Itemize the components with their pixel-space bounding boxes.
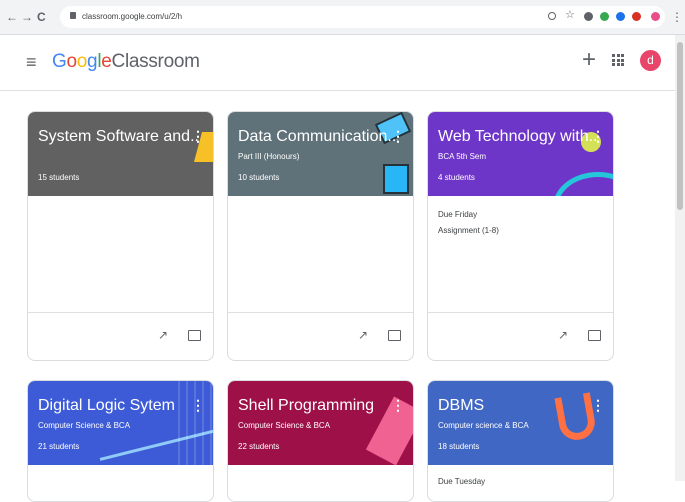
student-count: 21 students bbox=[38, 442, 80, 451]
class-title[interactable]: System Software and... bbox=[38, 127, 198, 147]
scrollbar-thumb[interactable] bbox=[677, 42, 683, 210]
class-banner[interactable]: System Software and... 15 students ⋮ bbox=[28, 112, 213, 196]
class-card[interactable]: DBMS Computer science & BCA 18 students … bbox=[427, 380, 614, 502]
card-footer: ↗ bbox=[28, 312, 213, 360]
forward-icon[interactable]: → bbox=[21, 10, 33, 24]
avatar[interactable]: d bbox=[640, 50, 661, 71]
browser-menu-icon[interactable]: ⋮ bbox=[671, 10, 683, 24]
class-banner[interactable]: DBMS Computer science & BCA 18 students … bbox=[428, 381, 613, 465]
student-count: 22 students bbox=[238, 442, 280, 451]
class-title[interactable]: Digital Logic Sytem bbox=[38, 396, 175, 416]
class-title[interactable]: DBMS bbox=[438, 396, 484, 416]
app-name: Classroom bbox=[111, 51, 200, 72]
class-subtitle: Computer Science & BCA bbox=[238, 421, 331, 430]
class-subtitle: Computer science & BCA bbox=[438, 421, 529, 430]
menu-icon[interactable]: ≡ bbox=[26, 53, 37, 71]
student-count: 4 students bbox=[438, 173, 475, 182]
logo-letter: o bbox=[76, 51, 88, 72]
student-count: 15 students bbox=[38, 173, 80, 182]
assignment-link[interactable]: Assignment (1-8) bbox=[438, 226, 499, 236]
extension-icon-3[interactable] bbox=[616, 12, 625, 21]
banner-illustration bbox=[383, 164, 409, 194]
banner-illustration bbox=[178, 381, 213, 465]
apps-grid-icon[interactable] bbox=[612, 54, 624, 66]
class-card[interactable]: Shell Programming Computer Science & BCA… bbox=[227, 380, 414, 502]
more-options-icon[interactable]: ⋮ bbox=[191, 398, 205, 412]
more-options-icon[interactable]: ⋮ bbox=[191, 129, 205, 143]
extension-icon-1[interactable] bbox=[584, 12, 593, 21]
add-class-icon[interactable]: + bbox=[582, 48, 596, 72]
class-banner[interactable]: Shell Programming Computer Science & BCA… bbox=[228, 381, 413, 465]
more-options-icon[interactable]: ⋮ bbox=[391, 129, 405, 143]
trending-icon[interactable]: ↗ bbox=[358, 329, 368, 341]
class-subtitle: BCA 5th Sem bbox=[438, 152, 487, 161]
class-card[interactable]: Web Technology with... BCA 5th Sem 4 stu… bbox=[427, 111, 614, 361]
extension-icon-2[interactable] bbox=[600, 12, 609, 21]
student-count: 10 students bbox=[238, 173, 280, 182]
class-subtitle: Part III (Honours) bbox=[238, 152, 300, 161]
trending-icon[interactable]: ↗ bbox=[558, 329, 568, 341]
class-subtitle: Computer Science & BCA bbox=[38, 421, 131, 430]
logo-letter: e bbox=[101, 51, 112, 72]
logo-letter: g bbox=[87, 51, 98, 72]
star-icon[interactable]: ☆ bbox=[565, 8, 575, 22]
card-footer: ↗ bbox=[428, 312, 613, 360]
class-title[interactable]: Shell Programming bbox=[238, 396, 374, 416]
back-icon[interactable]: ← bbox=[6, 10, 18, 24]
extension-icon-4[interactable] bbox=[632, 12, 641, 21]
folder-icon[interactable] bbox=[188, 330, 201, 341]
google-classroom-logo[interactable]: GoogleClassroom bbox=[52, 50, 200, 74]
logo-letter: G bbox=[52, 51, 67, 72]
zoom-icon[interactable] bbox=[548, 12, 556, 20]
class-card[interactable]: Digital Logic Sytem Computer Science & B… bbox=[27, 380, 214, 502]
profile-icon[interactable] bbox=[651, 12, 660, 21]
url-text[interactable]: classroom.google.com/u/2/h bbox=[82, 9, 182, 25]
student-count: 18 students bbox=[438, 442, 480, 451]
more-options-icon[interactable]: ⋮ bbox=[391, 398, 405, 412]
class-banner[interactable]: Digital Logic Sytem Computer Science & B… bbox=[28, 381, 213, 465]
class-card[interactable]: Data Communication... Part III (Honours)… bbox=[227, 111, 414, 361]
banner-illustration bbox=[553, 172, 613, 196]
logo-letter: o bbox=[66, 51, 77, 72]
class-card[interactable]: System Software and... 15 students ⋮ ↗ bbox=[27, 111, 214, 361]
due-date: Due Tuesday bbox=[438, 477, 486, 486]
lock-icon bbox=[70, 12, 76, 19]
more-options-icon[interactable]: ⋮ bbox=[591, 129, 605, 143]
class-banner[interactable]: Web Technology with... BCA 5th Sem 4 stu… bbox=[428, 112, 613, 196]
folder-icon[interactable] bbox=[388, 330, 401, 341]
trending-icon[interactable]: ↗ bbox=[158, 329, 168, 341]
due-date: Due Friday bbox=[438, 210, 478, 219]
class-title[interactable]: Web Technology with... bbox=[438, 127, 598, 147]
folder-icon[interactable] bbox=[588, 330, 601, 341]
card-footer: ↗ bbox=[228, 312, 413, 360]
class-title[interactable]: Data Communication... bbox=[238, 127, 398, 147]
more-options-icon[interactable]: ⋮ bbox=[591, 398, 605, 412]
reload-icon[interactable]: C bbox=[37, 10, 46, 24]
class-banner[interactable]: Data Communication... Part III (Honours)… bbox=[228, 112, 413, 196]
